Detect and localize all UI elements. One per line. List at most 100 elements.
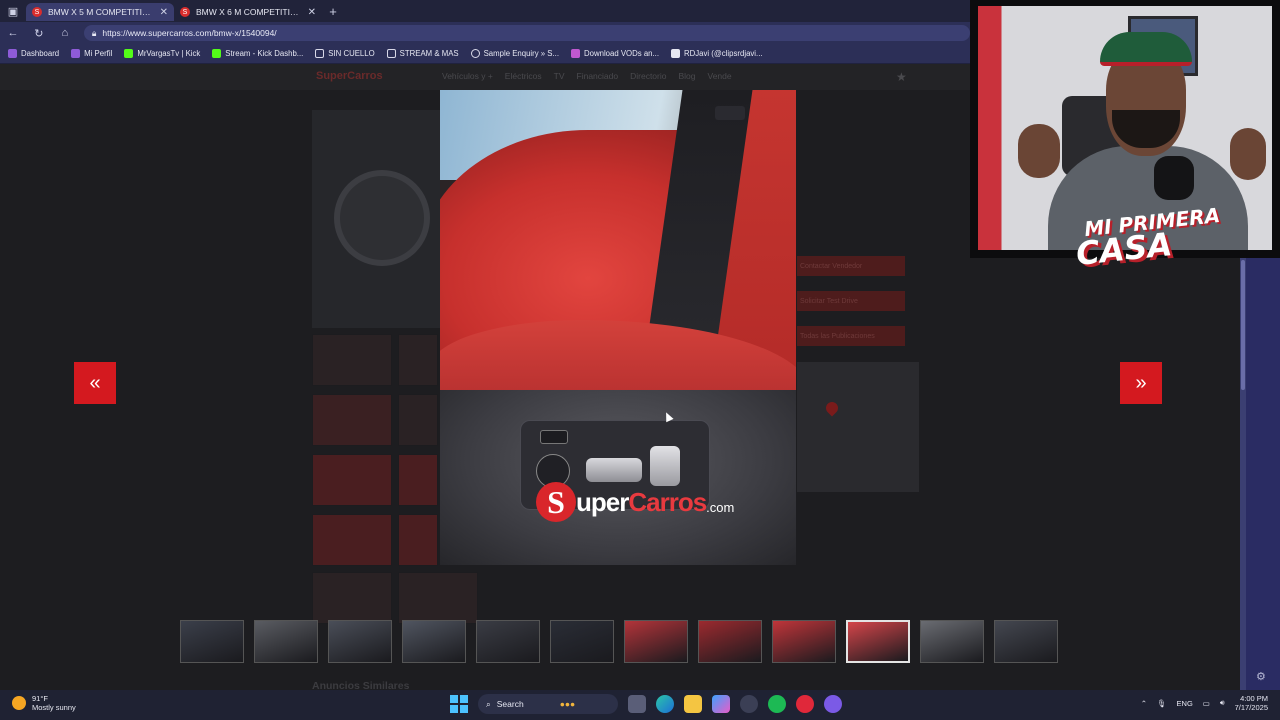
thumbnail-exterior-front[interactable] — [180, 620, 244, 663]
taskbar-search[interactable]: ⌕ Search ●●● — [478, 694, 618, 714]
chevron-up-icon[interactable]: ⌃ — [1141, 699, 1147, 708]
language-indicator[interactable]: ENG — [1177, 699, 1193, 708]
listing-thumb[interactable] — [312, 454, 392, 506]
search-label: Search — [496, 699, 524, 709]
close-tab-icon[interactable]: ✕ — [160, 7, 168, 18]
thumbnail-image — [773, 621, 835, 662]
contact-seller-button[interactable]: Contactar Vendedor — [797, 256, 905, 276]
tab-actions-icon[interactable]: ▣ — [0, 0, 26, 22]
nav-item-vende[interactable]: Vende — [708, 71, 732, 81]
listing-thumb[interactable] — [398, 572, 478, 624]
bookmark-dashboard[interactable]: Dashboard — [8, 49, 59, 58]
star-icon[interactable]: ★ — [896, 70, 907, 84]
nav-item-vehiculos[interactable]: Vehículos y + — [442, 71, 493, 81]
thumbnail-image — [551, 621, 613, 662]
watermark-uper: uper — [576, 486, 629, 517]
close-tab-icon[interactable]: ✕ — [308, 7, 316, 18]
listing-thumb[interactable] — [312, 334, 392, 386]
thumbnail-image — [995, 621, 1057, 662]
weather-widget[interactable]: 91°F Mostly sunny — [12, 694, 76, 712]
spotify-icon[interactable] — [768, 695, 786, 713]
clock-time: 4:00 PM — [1240, 694, 1268, 703]
microphone-icon[interactable]: 🎙︎ — [1157, 699, 1167, 708]
nav-item-electricos[interactable]: Eléctricos — [505, 71, 542, 81]
settings-gear-icon[interactable]: ⚙ — [1256, 670, 1266, 683]
nav-item-directorio[interactable]: Directorio — [630, 71, 666, 81]
bookmark-stream-mas[interactable]: STREAM & MAS — [386, 49, 459, 58]
bookmark-icon — [71, 49, 81, 58]
listing-thumb[interactable] — [398, 454, 438, 506]
thumbnail-steering-wheel[interactable] — [920, 620, 984, 663]
back-icon[interactable]: ← — [6, 27, 20, 39]
reload-icon[interactable]: ↻ — [32, 27, 46, 40]
weather-condition: Mostly sunny — [32, 703, 76, 712]
address-bar-row: ← ↻ ⌂ 🔒︎ https://www.supercarros.com/bmw… — [0, 22, 970, 44]
windows-start-icon[interactable] — [450, 695, 468, 713]
thumbnail-trunk[interactable] — [994, 620, 1058, 663]
thumbnail-exterior-rear[interactable] — [476, 620, 540, 663]
nav-item-tv[interactable]: TV — [554, 71, 565, 81]
bookmark-rdjavi[interactable]: RDJavi (@clipsrdjavi... — [671, 49, 763, 58]
nav-item-blog[interactable]: Blog — [678, 71, 695, 81]
thumbnail-interior-rear[interactable] — [772, 620, 836, 663]
tab-bmw-x6[interactable]: S BMW X 6 M COMPETITION 2021 ✕ — [174, 3, 322, 21]
edge-icon[interactable] — [656, 695, 674, 713]
seat-position-switch — [586, 458, 642, 482]
thumbnail-interior-seats[interactable] — [624, 620, 688, 663]
thumbnail-seat-controls[interactable] — [846, 620, 910, 663]
thumbnail-exterior-night[interactable] — [550, 620, 614, 663]
chrome-icon[interactable] — [740, 695, 758, 713]
discord-icon[interactable] — [824, 695, 842, 713]
bookmark-kick-dashboard[interactable]: Stream - Kick Dashb... — [212, 49, 303, 58]
bookmark-sample-enquiry[interactable]: Sample Enquiry » S... — [470, 49, 559, 58]
display-icon[interactable]: ▭ — [1203, 699, 1210, 708]
thumbnail-image — [699, 621, 761, 662]
m-badge — [715, 106, 745, 120]
thumbnail-image — [625, 621, 687, 662]
bookmark-download-vods[interactable]: Download VODs an... — [571, 49, 659, 58]
search-highlight-icon: ●●● — [559, 699, 576, 709]
url-text: https://www.supercarros.com/bmw-x/154009… — [102, 28, 277, 38]
tiktok-icon — [671, 49, 680, 58]
listing-wheel-photo — [334, 170, 430, 266]
url-input[interactable]: 🔒︎ https://www.supercarros.com/bmw-x/154… — [83, 25, 970, 41]
all-listings-button[interactable]: Todas las Publicaciones — [797, 326, 905, 346]
task-view-icon[interactable] — [628, 695, 646, 713]
listing-thumb[interactable] — [398, 334, 438, 386]
previous-image-button[interactable]: « — [74, 362, 116, 404]
thumbnail-image — [848, 622, 908, 661]
bookmark-kick[interactable]: MrVargasTv | Kick — [124, 49, 200, 58]
copilot-icon[interactable] — [712, 695, 730, 713]
scrollbar-thumb[interactable] — [1241, 260, 1245, 390]
tab-title: BMW X 5 M COMPETITION 2021 — [48, 7, 154, 17]
backrest-switch — [650, 446, 680, 486]
thumbnail-interior-front[interactable] — [698, 620, 762, 663]
file-explorer-icon[interactable] — [684, 695, 702, 713]
thumbnail-image — [921, 621, 983, 662]
lightbox-image[interactable]: S uper Carros .com — [440, 90, 796, 565]
memory-button — [540, 430, 568, 444]
listing-thumb[interactable] — [398, 514, 438, 566]
volume-icon[interactable]: 🔊︎ — [1220, 698, 1225, 708]
new-tab-icon[interactable]: + — [322, 4, 344, 19]
tab-bmw-x5[interactable]: S BMW X 5 M COMPETITION 2021 ✕ — [26, 3, 174, 21]
bookmark-sin-cuello[interactable]: SIN CUELLO — [315, 49, 375, 58]
listing-thumb[interactable] — [312, 572, 392, 624]
home-icon[interactable]: ⌂ — [58, 27, 72, 39]
streamer-left-hand — [1018, 124, 1060, 178]
thumbnail-exterior-front-2[interactable] — [402, 620, 466, 663]
obs-icon[interactable] — [796, 695, 814, 713]
nav-item-financiado[interactable]: Financiado — [577, 71, 619, 81]
thumbnail-wheel[interactable] — [254, 620, 318, 663]
location-map[interactable] — [797, 362, 919, 492]
listing-thumb[interactable] — [312, 394, 392, 446]
bookmark-icon — [571, 49, 581, 58]
thumbnail-exterior-side[interactable] — [328, 620, 392, 663]
listing-thumb[interactable] — [398, 394, 438, 446]
listing-thumb[interactable] — [312, 514, 392, 566]
test-drive-button[interactable]: Solicitar Test Drive — [797, 291, 905, 311]
site-logo[interactable]: SuperCarros — [316, 70, 383, 82]
clock[interactable]: 4:00 PM 7/17/2025 — [1235, 694, 1268, 712]
bookmark-mi-perfil[interactable]: Mi Perfil — [71, 49, 112, 58]
next-image-button[interactable]: » — [1120, 362, 1162, 404]
